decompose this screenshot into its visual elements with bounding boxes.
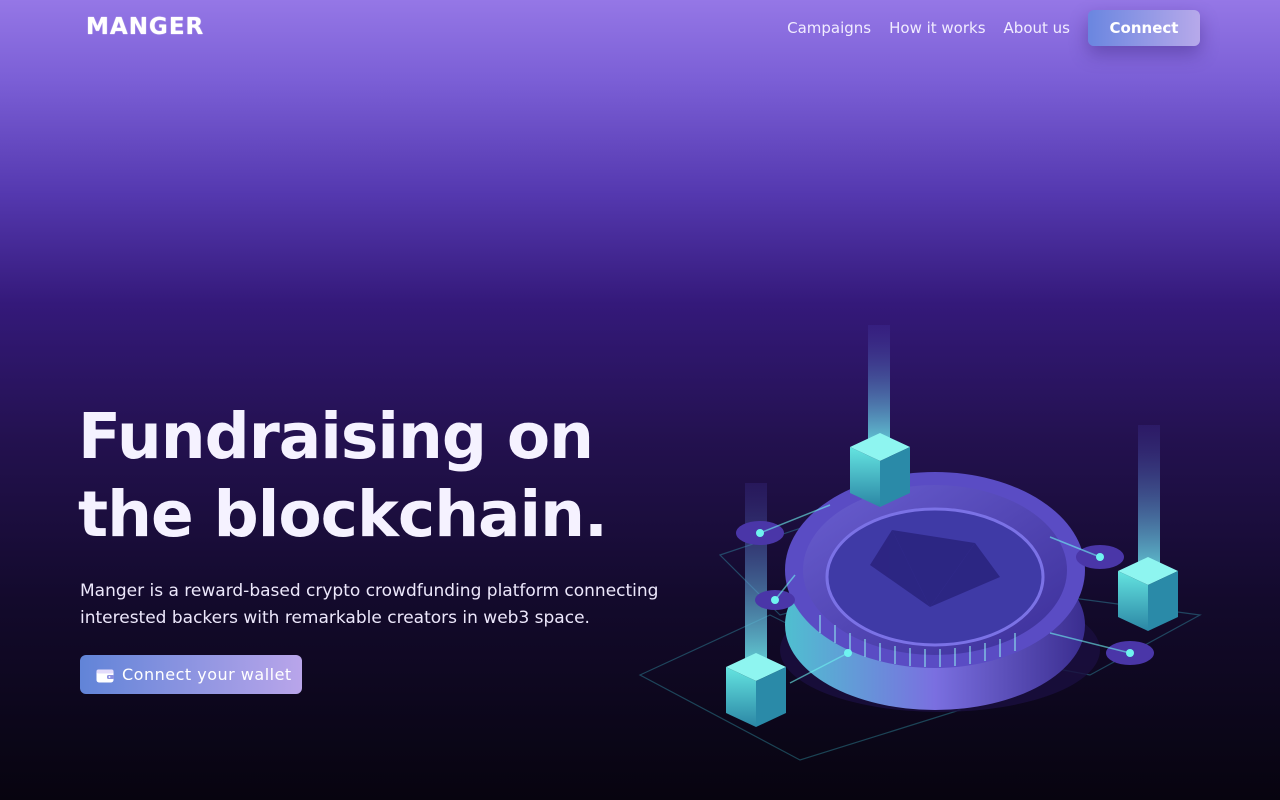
connect-button[interactable]: Connect <box>1088 10 1200 46</box>
main-nav: Campaigns How it works About us Connect <box>787 10 1200 46</box>
connect-wallet-button[interactable]: Connect your wallet <box>80 655 302 694</box>
hero-title-line-2: the blockchain. <box>78 478 608 551</box>
logo[interactable]: MANGER <box>86 14 204 40</box>
hero-description-line-2: interested backers with remarkable creat… <box>80 608 590 628</box>
hero-description-line-1: Manger is a reward-based crypto crowdfun… <box>80 581 659 601</box>
hero-description: Manger is a reward-based crypto crowdfun… <box>80 578 660 632</box>
blockchain-coin-illustration <box>638 325 1202 761</box>
nav-how-it-works[interactable]: How it works <box>889 19 985 37</box>
wallet-icon <box>96 668 114 682</box>
nav-campaigns[interactable]: Campaigns <box>787 19 871 37</box>
nav-about-us[interactable]: About us <box>1004 19 1070 37</box>
hero-title-line-1: Fundraising on <box>78 400 594 473</box>
hero-title: Fundraising on the blockchain. <box>78 398 608 554</box>
connect-wallet-label: Connect your wallet <box>122 665 292 684</box>
